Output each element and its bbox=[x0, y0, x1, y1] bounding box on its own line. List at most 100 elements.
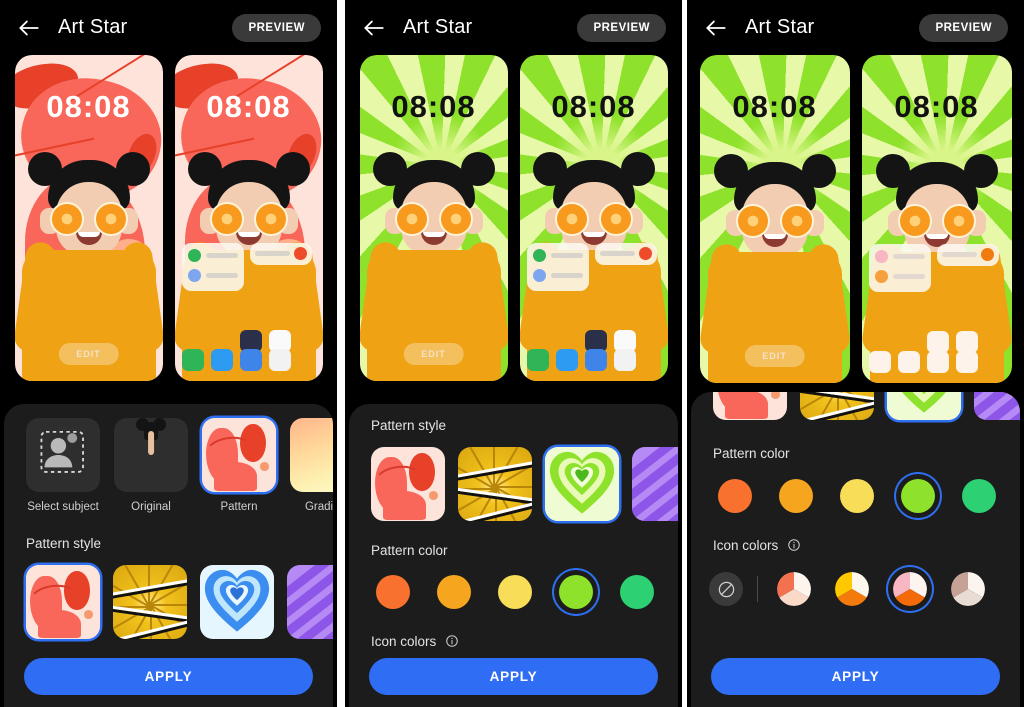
icon-color-pink-orange-selected[interactable] bbox=[888, 567, 932, 611]
preview-button[interactable]: PREVIEW bbox=[577, 13, 666, 42]
apply-button[interactable]: APPLY bbox=[369, 658, 658, 695]
pattern-style-chevron-lines[interactable] bbox=[287, 565, 333, 640]
pattern-color-swatch[interactable] bbox=[1018, 474, 1020, 518]
page-title: Art Star bbox=[58, 16, 128, 38]
gradient-thumb bbox=[290, 418, 333, 492]
pattern-color-swatch[interactable] bbox=[835, 474, 879, 518]
arrow-left-icon[interactable] bbox=[703, 15, 729, 41]
app-icon-alarm bbox=[980, 248, 994, 262]
app-icon-messages[interactable] bbox=[897, 351, 920, 373]
app-icon-phone[interactable] bbox=[868, 351, 891, 373]
widget-card-left[interactable] bbox=[181, 242, 244, 291]
app-icon-settings[interactable] bbox=[926, 330, 949, 353]
dock bbox=[181, 349, 316, 371]
app-icon-browser[interactable] bbox=[926, 351, 949, 373]
source-option-select-subject[interactable]: Select subject bbox=[26, 418, 100, 514]
pattern-color-swatch[interactable] bbox=[432, 570, 476, 614]
lock-screen-preview[interactable]: 08:08 EDIT bbox=[699, 55, 850, 383]
select-subject-icon bbox=[26, 418, 100, 492]
apply-button[interactable]: APPLY bbox=[711, 658, 1000, 695]
source-option-original[interactable]: Original bbox=[114, 418, 188, 514]
preview-button[interactable]: PREVIEW bbox=[232, 13, 321, 42]
phone-preview-stage: 08:08 EDIT 08:08 bbox=[345, 55, 682, 381]
icon-color-taupe[interactable] bbox=[946, 567, 990, 611]
divider bbox=[757, 576, 758, 602]
dock bbox=[868, 351, 1005, 373]
controls-sheet: Select subject Original Pattern Gradi Pa… bbox=[4, 404, 333, 707]
top-app-bar: Art Star PREVIEW bbox=[687, 0, 1024, 55]
pattern-style-comic-burst[interactable] bbox=[113, 565, 187, 640]
source-option-label: Select subject bbox=[27, 501, 99, 513]
edit-button[interactable]: EDIT bbox=[58, 343, 119, 365]
pattern-color-swatch[interactable] bbox=[371, 570, 415, 614]
app-icon-phone[interactable] bbox=[526, 349, 549, 371]
page-title: Art Star bbox=[745, 16, 815, 38]
arrow-left-icon[interactable] bbox=[361, 15, 387, 41]
app-icon-camera[interactable] bbox=[613, 349, 636, 371]
app-icon-phone[interactable] bbox=[181, 349, 204, 371]
app-icon-browser[interactable] bbox=[584, 349, 607, 371]
icon-colors-label: Icon colors bbox=[371, 634, 437, 649]
edit-button[interactable]: EDIT bbox=[744, 345, 805, 367]
app-icon-camera[interactable] bbox=[268, 349, 291, 371]
home-screen-preview[interactable]: 08:08 bbox=[861, 55, 1012, 383]
pattern-color-swatch[interactable] bbox=[493, 570, 537, 614]
pattern-color-swatch-selected[interactable] bbox=[554, 570, 598, 614]
pattern-color-swatch[interactable] bbox=[957, 474, 1001, 518]
pattern-style-coral-blobs[interactable] bbox=[26, 565, 100, 640]
home-screen-preview[interactable]: 08:08 bbox=[174, 55, 323, 381]
phone-preview-stage: 08:08 EDIT 08:08 bbox=[0, 55, 337, 381]
info-icon[interactable] bbox=[787, 538, 801, 552]
info-icon[interactable] bbox=[445, 634, 459, 648]
app-icon-messages[interactable] bbox=[210, 349, 233, 371]
source-option-label: Pattern bbox=[220, 501, 258, 513]
home-clock: 08:08 bbox=[206, 89, 291, 124]
home-screen-layout bbox=[175, 238, 323, 381]
app-icon-messages[interactable] bbox=[555, 349, 578, 371]
pattern-style-chevron-lines[interactable] bbox=[974, 392, 1020, 420]
apply-button[interactable]: APPLY bbox=[24, 658, 313, 695]
edit-button[interactable]: EDIT bbox=[403, 343, 464, 365]
app-icon-browser[interactable] bbox=[239, 349, 262, 371]
arrow-left-icon[interactable] bbox=[16, 15, 42, 41]
widget-card-left[interactable] bbox=[868, 243, 931, 292]
pattern-style-comic-burst[interactable] bbox=[800, 392, 874, 420]
pattern-style-heading: Pattern style bbox=[26, 536, 102, 552]
pattern-color-heading: Pattern color bbox=[713, 446, 790, 461]
widget-card-right[interactable] bbox=[594, 242, 657, 265]
pattern-color-swatch[interactable] bbox=[713, 474, 757, 518]
pattern-style-chevron-lines[interactable] bbox=[632, 447, 678, 521]
panel-2: Art Star PREVIEW 08:08 EDIT 08:08 Patter… bbox=[345, 0, 682, 707]
pattern-color-swatch-selected[interactable] bbox=[896, 474, 940, 518]
app-icon-camera[interactable] bbox=[955, 351, 978, 373]
pattern-color-row bbox=[691, 474, 1020, 518]
pattern-style-heart-rings[interactable] bbox=[545, 447, 619, 521]
widget-card-right[interactable] bbox=[249, 242, 312, 265]
pattern-style-heart-rings[interactable] bbox=[200, 565, 274, 640]
source-option-pattern[interactable]: Pattern bbox=[202, 418, 276, 514]
pattern-color-swatch[interactable] bbox=[615, 570, 659, 614]
app-icon-gallery[interactable] bbox=[955, 330, 978, 353]
phone-preview-stage: 08:08 EDIT 08:08 bbox=[687, 55, 1024, 383]
pattern-color-heading: Pattern color bbox=[371, 543, 448, 558]
source-option-gradient[interactable]: Gradient bbox=[290, 418, 333, 514]
icon-color-coral[interactable] bbox=[772, 567, 816, 611]
lock-screen-preview[interactable]: 08:08 EDIT bbox=[359, 55, 508, 381]
home-screen-preview[interactable]: 08:08 bbox=[519, 55, 668, 381]
pattern-style-row bbox=[349, 447, 678, 521]
pattern-style-row bbox=[691, 392, 1020, 420]
preview-button[interactable]: PREVIEW bbox=[919, 13, 1008, 42]
pattern-style-comic-burst[interactable] bbox=[458, 447, 532, 521]
pattern-style-coral-blobs[interactable] bbox=[713, 392, 787, 420]
widget-card-left[interactable] bbox=[526, 242, 589, 291]
icon-color-amber[interactable] bbox=[830, 567, 874, 611]
pattern-style-heart-rings[interactable] bbox=[887, 392, 961, 420]
pattern-style-coral-blobs[interactable] bbox=[371, 447, 445, 521]
lock-screen-preview[interactable]: 08:08 EDIT bbox=[14, 55, 163, 381]
pattern-color-swatch[interactable] bbox=[774, 474, 818, 518]
widget-card-right[interactable] bbox=[936, 243, 999, 266]
home-clock: 08:08 bbox=[894, 89, 979, 124]
icon-color-none[interactable] bbox=[709, 572, 743, 606]
pattern-color-swatch[interactable] bbox=[676, 570, 678, 614]
pattern-color-row bbox=[349, 570, 678, 614]
